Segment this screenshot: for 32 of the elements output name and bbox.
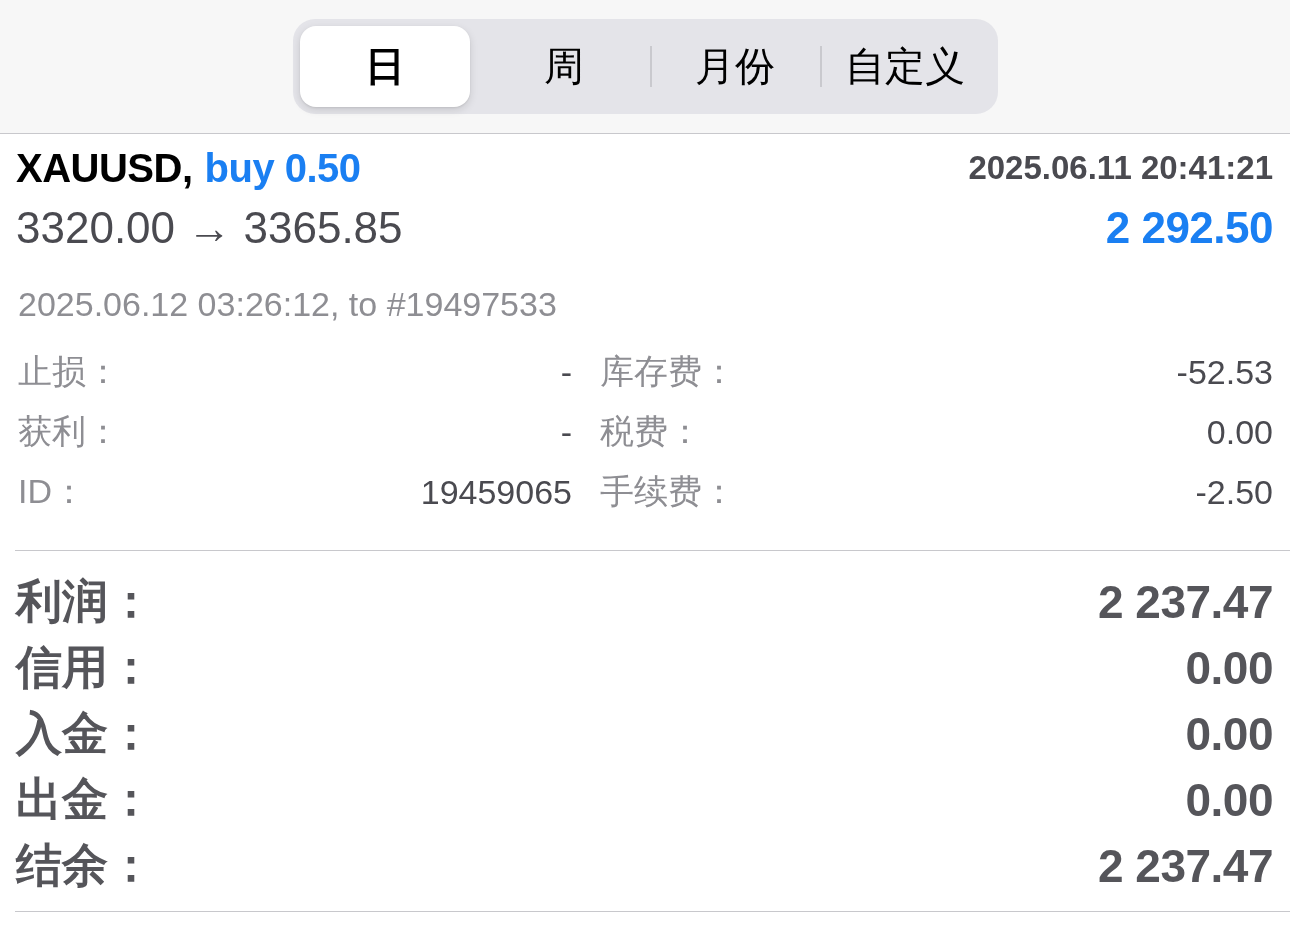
trade-profit: 2 292.50 xyxy=(1105,203,1273,253)
detail-value: - xyxy=(560,352,572,392)
detail-label: ID： xyxy=(18,471,86,512)
summary-value: 0.00 xyxy=(1185,773,1273,827)
order-label: buy 0.50 xyxy=(204,145,361,191)
detail-value: 19459065 xyxy=(420,472,572,512)
summary-label: 出金： xyxy=(16,772,154,827)
detail-value: -2.50 xyxy=(1195,472,1273,512)
summary-label: 信用： xyxy=(16,640,154,695)
detail-value: 0.00 xyxy=(1206,412,1273,452)
period-tab[interactable]: 月份 xyxy=(649,26,820,107)
period-tab[interactable]: 自定义 xyxy=(820,26,991,107)
detail-label: 库存费： xyxy=(600,351,736,392)
summary-value: 2 237.47 xyxy=(1097,839,1273,893)
detail-label: 手续费： xyxy=(600,471,736,512)
close-info: 2025.06.12 03:26:12, to #19497533 xyxy=(18,284,557,324)
detail-label: 获利： xyxy=(18,411,120,452)
summary-label: 入金： xyxy=(16,706,154,761)
detail-label: 税费： xyxy=(600,411,702,452)
summary-label: 结余： xyxy=(16,838,154,893)
summary-value: 0.00 xyxy=(1185,641,1273,695)
open-time: 2025.06.11 20:41:21 xyxy=(968,149,1273,187)
detail-label: 止损： xyxy=(18,351,120,392)
summary-value: 2 237.47 xyxy=(1097,575,1273,629)
summary-label: 利润： xyxy=(16,574,154,629)
symbol-label: XAUUSD, xyxy=(16,145,193,191)
period-tab[interactable]: 日 xyxy=(299,26,470,107)
price-range: 3320.00 → 3365.85 xyxy=(16,203,403,253)
summary-value: 0.00 xyxy=(1185,707,1273,761)
detail-value: -52.53 xyxy=(1176,352,1273,392)
period-tab[interactable]: 周 xyxy=(479,26,650,107)
detail-value: - xyxy=(560,412,572,452)
